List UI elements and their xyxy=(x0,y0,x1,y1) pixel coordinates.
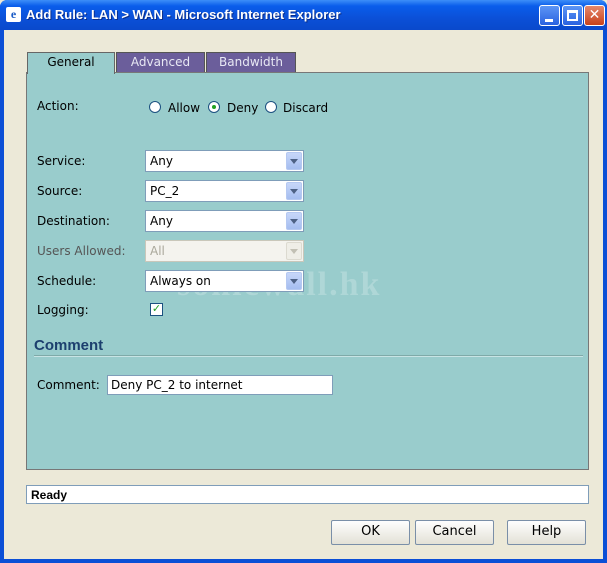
status-bar: Ready xyxy=(26,485,589,504)
logging-checkbox[interactable]: ✓ xyxy=(150,302,163,316)
dropdown-arrow-icon[interactable] xyxy=(286,212,302,230)
users-allowed-label: Users Allowed: xyxy=(37,244,126,258)
dropdown-arrow-icon[interactable] xyxy=(286,272,302,290)
close-button[interactable]: ✕ xyxy=(584,5,605,26)
service-value: Any xyxy=(150,154,173,168)
dropdown-arrow-icon[interactable] xyxy=(286,182,302,200)
checkmark-icon: ✓ xyxy=(151,302,162,315)
comment-label: Comment: xyxy=(37,378,100,392)
comment-input[interactable]: Deny PC_2 to internet xyxy=(107,375,333,395)
general-panel: sonicwall.hk Action: Allow Deny Discard … xyxy=(26,72,589,470)
deny-radio[interactable] xyxy=(208,101,220,113)
maximize-icon xyxy=(567,10,578,21)
dropdown-arrow-icon xyxy=(286,242,302,260)
allow-radio-label[interactable]: Allow xyxy=(168,101,200,115)
source-value: PC_2 xyxy=(150,184,180,198)
cancel-button[interactable]: Cancel xyxy=(415,520,494,545)
minimize-button[interactable] xyxy=(539,5,560,26)
maximize-button[interactable] xyxy=(562,5,583,26)
tab-advanced[interactable]: Advanced xyxy=(116,52,205,72)
users-allowed-value: All xyxy=(150,244,165,258)
logging-label: Logging: xyxy=(37,303,89,317)
destination-value: Any xyxy=(150,214,173,228)
ie-page-icon: e xyxy=(6,7,21,22)
schedule-select[interactable]: Always on xyxy=(145,270,304,292)
users-allowed-select: All xyxy=(145,240,304,262)
title-bar[interactable]: e Add Rule: LAN > WAN - Microsoft Intern… xyxy=(0,0,607,30)
window-title: Add Rule: LAN > WAN - Microsoft Internet… xyxy=(26,7,341,22)
dialog-client-area: General Advanced Bandwidth sonicwall.hk … xyxy=(4,30,603,559)
schedule-label: Schedule: xyxy=(37,274,97,288)
browser-window: e Add Rule: LAN > WAN - Microsoft Intern… xyxy=(0,0,607,563)
service-label: Service: xyxy=(37,154,86,168)
section-divider xyxy=(34,355,583,357)
schedule-value: Always on xyxy=(150,274,211,288)
destination-label: Destination: xyxy=(37,214,110,228)
ok-button[interactable]: OK xyxy=(331,520,410,545)
tab-general[interactable]: General xyxy=(27,52,115,74)
source-select[interactable]: PC_2 xyxy=(145,180,304,202)
source-label: Source: xyxy=(37,184,83,198)
dropdown-arrow-icon[interactable] xyxy=(286,152,302,170)
help-button[interactable]: Help xyxy=(507,520,586,545)
destination-select[interactable]: Any xyxy=(145,210,304,232)
discard-radio[interactable] xyxy=(265,101,277,113)
discard-radio-label[interactable]: Discard xyxy=(283,101,328,115)
allow-radio[interactable] xyxy=(149,101,161,113)
action-label: Action: xyxy=(37,99,79,113)
comment-section-title: Comment xyxy=(34,337,104,354)
service-select[interactable]: Any xyxy=(145,150,304,172)
tab-bandwidth[interactable]: Bandwidth xyxy=(206,52,296,72)
deny-radio-label[interactable]: Deny xyxy=(227,101,258,115)
selected-dot-icon xyxy=(212,105,216,109)
minimize-icon xyxy=(545,19,553,22)
close-icon: ✕ xyxy=(588,7,601,23)
